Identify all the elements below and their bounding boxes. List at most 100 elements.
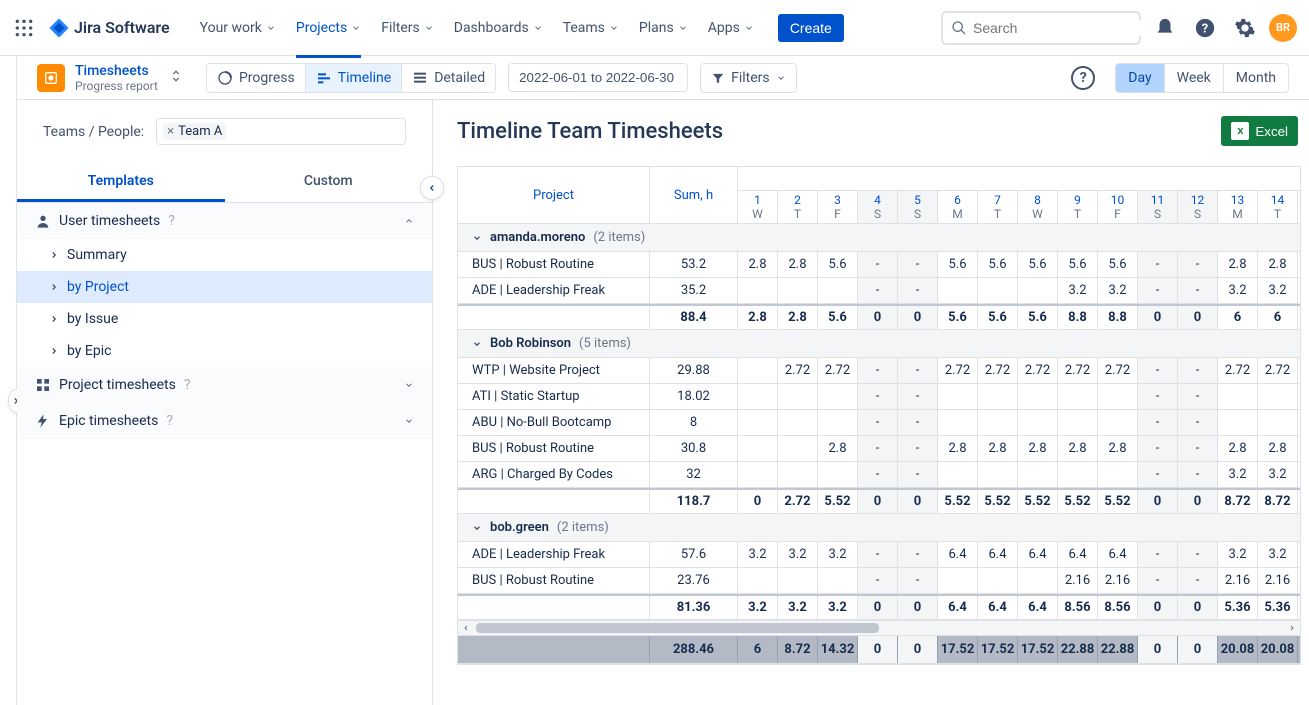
cell: 3.2 xyxy=(738,596,778,619)
jira-logo[interactable]: Jira Software xyxy=(48,17,170,39)
sum-cell: 53.2 xyxy=(650,252,738,277)
cell xyxy=(738,278,778,303)
group-header[interactable]: bob.green(2 items) xyxy=(458,514,1300,542)
search-input[interactable] xyxy=(973,20,1154,36)
nav-item-filters[interactable]: Filters xyxy=(373,14,442,42)
chevron-down-icon xyxy=(266,23,276,33)
tree-item-by-issue[interactable]: by Issue xyxy=(17,303,432,335)
project-cell[interactable]: BUS | Robust Routine xyxy=(458,568,650,593)
help-hint-icon[interactable]: ? xyxy=(168,213,175,229)
user-avatar[interactable]: BR xyxy=(1269,14,1297,42)
nav-item-teams[interactable]: Teams xyxy=(555,14,627,42)
report-dropdown[interactable] xyxy=(168,68,184,88)
granularity-day[interactable]: Day xyxy=(1116,64,1164,92)
cell: 6 xyxy=(1258,306,1298,329)
timesheet-grid: Project Sum, h 1W2T3F4S5S6M7T8W9T10F11S1… xyxy=(457,166,1301,665)
sidebar-collapse[interactable] xyxy=(420,176,444,200)
nav-item-apps[interactable]: Apps xyxy=(700,14,762,42)
collapse-icon[interactable] xyxy=(472,233,482,243)
help-hint-icon[interactable]: ? xyxy=(184,377,191,393)
cell: 5.6 xyxy=(1098,252,1138,277)
cell: 3.2 xyxy=(1218,278,1258,303)
project-cell[interactable]: ADE | Leadership Freak xyxy=(458,542,650,567)
app-switcher-icon[interactable] xyxy=(12,16,36,40)
granularity-month[interactable]: Month xyxy=(1224,64,1288,92)
header-sum[interactable]: Sum, h xyxy=(650,167,738,223)
scroll-left-icon[interactable] xyxy=(462,624,470,632)
nav-item-your-work[interactable]: Your work xyxy=(192,14,284,42)
mode-timeline[interactable]: Timeline xyxy=(306,64,402,92)
project-cell[interactable]: BUS | Robust Routine xyxy=(458,436,650,461)
cell: 0 xyxy=(898,596,938,619)
date-range-input[interactable] xyxy=(508,63,688,92)
project-cell[interactable]: ABU | No-Bull Bootcamp xyxy=(458,410,650,435)
create-button[interactable]: Create xyxy=(778,14,844,42)
tab-templates[interactable]: Templates xyxy=(17,163,225,202)
project-cell[interactable]: ATI | Static Startup xyxy=(458,384,650,409)
collapse-icon[interactable] xyxy=(472,339,482,349)
notifications-icon[interactable] xyxy=(1149,12,1181,44)
tab-custom[interactable]: Custom xyxy=(225,163,433,202)
export-excel-button[interactable]: x Excel xyxy=(1221,116,1298,146)
settings-icon[interactable] xyxy=(1229,12,1261,44)
cell xyxy=(778,436,818,461)
group-header[interactable]: Bob Robinson(5 items) xyxy=(458,330,1300,358)
day-header[interactable]: 12S xyxy=(1178,191,1218,223)
day-header[interactable]: 3F xyxy=(818,191,858,223)
day-header[interactable]: 4S xyxy=(858,191,898,223)
nav-item-projects[interactable]: Projects xyxy=(288,14,369,42)
section-epic-timesheets[interactable]: Epic timesheets ? xyxy=(17,403,432,439)
nav-item-plans[interactable]: Plans xyxy=(631,14,696,42)
scroll-right-icon[interactable] xyxy=(1288,624,1296,632)
help-icon[interactable]: ? xyxy=(1189,12,1221,44)
day-header[interactable]: 8W xyxy=(1018,191,1058,223)
mode-progress[interactable]: Progress xyxy=(207,64,306,92)
nav-item-dashboards[interactable]: Dashboards xyxy=(446,14,551,42)
help-button[interactable]: ? xyxy=(1071,66,1095,90)
table-row: BUS | Robust Routine53.22.82.85.6--5.65.… xyxy=(458,252,1300,278)
cell xyxy=(1018,278,1058,303)
project-cell[interactable]: ADE | Leadership Freak xyxy=(458,278,650,303)
chevron-down-icon xyxy=(424,23,434,33)
day-header[interactable]: 13M xyxy=(1218,191,1258,223)
day-header[interactable]: 5S xyxy=(898,191,938,223)
mode-detailed[interactable]: Detailed xyxy=(402,64,495,92)
cell: 6.4 xyxy=(938,596,978,619)
section-project-timesheets[interactable]: Project timesheets ? xyxy=(17,367,432,403)
tree-item-by-epic[interactable]: by Epic xyxy=(17,335,432,367)
tree-item-by-project[interactable]: by Project xyxy=(17,271,432,303)
project-cell[interactable]: WTP | Website Project xyxy=(458,358,650,383)
filters-button[interactable]: Filters xyxy=(700,63,797,93)
cell xyxy=(1018,568,1058,593)
cell: 5.6 xyxy=(1018,252,1058,277)
timeline-icon xyxy=(316,70,332,86)
horizontal-scrollbar[interactable] xyxy=(458,620,1300,636)
search-box[interactable] xyxy=(941,11,1141,45)
day-header[interactable]: 14T xyxy=(1258,191,1298,223)
granularity-group: Day Week Month xyxy=(1115,63,1289,93)
section-user-timesheets[interactable]: User timesheets ? xyxy=(17,203,432,239)
user-icon xyxy=(35,213,51,229)
day-header[interactable]: 7T xyxy=(978,191,1018,223)
cell: 0 xyxy=(1178,306,1218,329)
cell: - xyxy=(1138,358,1178,383)
day-header[interactable]: 10F xyxy=(1098,191,1138,223)
project-cell[interactable]: ARG | Charged By Codes xyxy=(458,462,650,487)
chip-remove-icon[interactable]: × xyxy=(167,124,174,139)
cell: 5.52 xyxy=(818,490,858,513)
cell xyxy=(778,462,818,487)
granularity-week[interactable]: Week xyxy=(1165,64,1224,92)
project-cell[interactable]: BUS | Robust Routine xyxy=(458,252,650,277)
day-header[interactable]: 2T xyxy=(778,191,818,223)
tree-item-summary[interactable]: Summary xyxy=(17,239,432,271)
collapse-icon[interactable] xyxy=(472,523,482,533)
cell xyxy=(938,568,978,593)
day-header[interactable]: 11S xyxy=(1138,191,1178,223)
day-header[interactable]: 6M xyxy=(938,191,978,223)
people-input[interactable]: × Team A xyxy=(156,118,406,145)
group-header[interactable]: amanda.moreno(2 items) xyxy=(458,224,1300,252)
day-header[interactable]: 9T xyxy=(1058,191,1098,223)
day-header[interactable]: 1W xyxy=(738,191,778,223)
header-project[interactable]: Project xyxy=(458,167,650,223)
help-hint-icon[interactable]: ? xyxy=(166,413,173,429)
